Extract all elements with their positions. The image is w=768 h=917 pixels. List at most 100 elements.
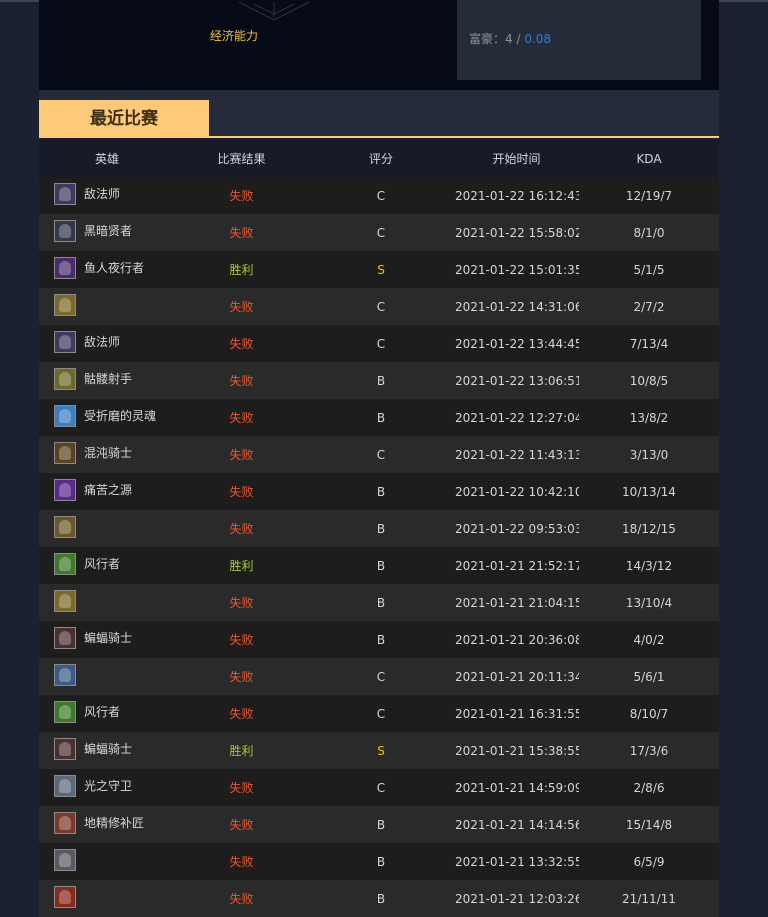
- hero-name[interactable]: 地精修补匠: [84, 814, 144, 831]
- hero-name[interactable]: 鱼人夜行者: [84, 259, 144, 276]
- start-time-cell: 2021-01-21 21:52:17: [455, 558, 579, 573]
- hero-name[interactable]: 蝙蝠骑士: [84, 740, 132, 757]
- table-row[interactable]: 失败 C 2021-01-22 14:31:06 2/7/2: [39, 288, 719, 325]
- hero-name[interactable]: 光之守卫: [84, 777, 132, 794]
- hero-name[interactable]: 风行者: [84, 555, 120, 572]
- hero-icon[interactable]: [54, 515, 76, 538]
- hero-cell[interactable]: 地精修补匠: [39, 806, 175, 843]
- header-result: 比赛结果: [217, 152, 266, 166]
- start-time-cell: 2021-01-22 14:31:06: [455, 299, 579, 314]
- table-row[interactable]: 失败 B 2021-01-21 12:03:26 21/11/11: [39, 880, 719, 917]
- antimage-icon[interactable]: [54, 182, 76, 205]
- kda-cell: 8/1/0: [633, 225, 665, 240]
- grade-cell: C: [376, 706, 386, 721]
- grade-cell: S: [377, 743, 385, 758]
- hero-cell[interactable]: 蝙蝠骑士: [39, 621, 175, 658]
- hero-name[interactable]: 敌法师: [84, 333, 120, 350]
- hero-wrap: [54, 880, 174, 915]
- result-cell: 失败: [229, 633, 254, 647]
- start-time-cell: 2021-01-22 09:53:03: [455, 521, 579, 536]
- tinker-icon[interactable]: [54, 811, 76, 834]
- recent-matches-tab[interactable]: 最近比赛: [39, 100, 209, 136]
- hero-icon[interactable]: [54, 663, 76, 686]
- batrider-icon[interactable]: [54, 626, 76, 649]
- hero-cell[interactable]: 敌法师: [39, 177, 175, 214]
- table-row[interactable]: 风行者 失败 C 2021-01-21 16:31:55 8/10/7: [39, 695, 719, 732]
- hero-cell[interactable]: 风行者: [39, 695, 175, 732]
- kda-cell: 18/12/15: [622, 521, 676, 536]
- table-row[interactable]: 失败 B 2021-01-21 13:32:55 6/5/9: [39, 843, 719, 880]
- result-cell: 失败: [229, 707, 254, 721]
- kda-cell: 5/1/5: [633, 262, 665, 277]
- header-grade: 评分: [368, 152, 393, 166]
- batrider-icon[interactable]: [54, 737, 76, 760]
- table-row[interactable]: 失败 B 2021-01-21 21:04:15 13/10/4: [39, 584, 719, 621]
- table-row[interactable]: 敌法师 失败 C 2021-01-22 13:44:45 7/13/4: [39, 325, 719, 362]
- clinkz-icon[interactable]: [54, 367, 76, 390]
- hero-wrap: 混沌骑士: [54, 436, 174, 471]
- hero-name[interactable]: 骷髅射手: [84, 370, 132, 387]
- kda-cell: 12/19/7: [625, 188, 673, 203]
- bane-icon[interactable]: [54, 478, 76, 501]
- slark-icon[interactable]: [54, 256, 76, 279]
- hero-cell[interactable]: 受折磨的灵魂: [39, 399, 175, 436]
- table-row[interactable]: 鱼人夜行者 胜利 S 2021-01-22 15:01:35 5/1/5: [39, 251, 719, 288]
- result-cell: 胜利: [229, 559, 254, 573]
- kda-cell: 7/13/4: [629, 336, 669, 351]
- table-row[interactable]: 混沌骑士 失败 C 2021-01-22 11:43:13 3/13/0: [39, 436, 719, 473]
- dark-seer-icon[interactable]: [54, 219, 76, 242]
- wealth-stat: 富豪：4 / 0.08: [469, 30, 551, 47]
- grade-cell: B: [376, 558, 386, 573]
- table-row[interactable]: 光之守卫 失败 C 2021-01-21 14:59:09 2/8/6: [39, 769, 719, 806]
- hero-icon[interactable]: [54, 885, 76, 908]
- table-row[interactable]: 黑暗贤者 失败 C 2021-01-22 15:58:02 8/1/0: [39, 214, 719, 251]
- hero-cell[interactable]: 敌法师: [39, 325, 175, 362]
- keeper-of-the-light-icon[interactable]: [54, 774, 76, 797]
- hero-cell[interactable]: 鱼人夜行者: [39, 251, 175, 288]
- hero-cell[interactable]: [39, 843, 175, 880]
- grade-cell: B: [376, 373, 386, 388]
- hero-cell[interactable]: 风行者: [39, 547, 175, 584]
- chaos-knight-icon[interactable]: [54, 441, 76, 464]
- hero-icon[interactable]: [54, 293, 76, 316]
- grade-cell: C: [376, 188, 386, 203]
- hero-cell[interactable]: [39, 288, 175, 325]
- hero-cell[interactable]: 痛苦之源: [39, 473, 175, 510]
- hero-cell[interactable]: 光之守卫: [39, 769, 175, 806]
- hero-wrap: 风行者: [54, 695, 174, 730]
- hero-name[interactable]: 混沌骑士: [84, 444, 132, 461]
- start-time-cell: 2021-01-22 12:27:04: [455, 410, 579, 425]
- hero-cell[interactable]: 骷髅射手: [39, 362, 175, 399]
- hero-cell[interactable]: [39, 584, 175, 621]
- table-row[interactable]: 骷髅射手 失败 B 2021-01-22 13:06:51 10/8/5: [39, 362, 719, 399]
- hero-cell[interactable]: 蝙蝠骑士: [39, 732, 175, 769]
- table-row[interactable]: 痛苦之源 失败 B 2021-01-22 10:42:10 10/13/14: [39, 473, 719, 510]
- kda-cell: 10/8/5: [629, 373, 669, 388]
- leshrac-icon[interactable]: [54, 404, 76, 427]
- hero-cell[interactable]: [39, 880, 175, 917]
- hero-icon[interactable]: [54, 848, 76, 871]
- antimage-icon[interactable]: [54, 330, 76, 353]
- windranger-icon[interactable]: [54, 552, 76, 575]
- table-row[interactable]: 风行者 胜利 B 2021-01-21 21:52:17 14/3/12: [39, 547, 719, 584]
- hero-cell[interactable]: 混沌骑士: [39, 436, 175, 473]
- hero-cell[interactable]: 黑暗贤者: [39, 214, 175, 251]
- table-row[interactable]: 失败 C 2021-01-21 20:11:34 5/6/1: [39, 658, 719, 695]
- hero-name[interactable]: 痛苦之源: [84, 481, 132, 498]
- hero-cell[interactable]: [39, 658, 175, 695]
- table-row[interactable]: 失败 B 2021-01-22 09:53:03 18/12/15: [39, 510, 719, 547]
- hero-name[interactable]: 黑暗贤者: [84, 222, 132, 239]
- table-row[interactable]: 敌法师 失败 C 2021-01-22 16:12:43 12/19/7: [39, 177, 719, 214]
- hero-name[interactable]: 蝙蝠骑士: [84, 629, 132, 646]
- kda-cell: 21/11/11: [622, 891, 676, 906]
- table-row[interactable]: 蝙蝠骑士 胜利 S 2021-01-21 15:38:55 17/3/6: [39, 732, 719, 769]
- table-row[interactable]: 地精修补匠 失败 B 2021-01-21 14:14:56 15/14/8: [39, 806, 719, 843]
- hero-icon[interactable]: [54, 589, 76, 612]
- hero-name[interactable]: 风行者: [84, 703, 120, 720]
- hero-name[interactable]: 受折磨的灵魂: [84, 407, 156, 424]
- windranger-icon[interactable]: [54, 700, 76, 723]
- table-row[interactable]: 蝙蝠骑士 失败 B 2021-01-21 20:36:08 4/0/2: [39, 621, 719, 658]
- table-row[interactable]: 受折磨的灵魂 失败 B 2021-01-22 12:27:04 13/8/2: [39, 399, 719, 436]
- hero-name[interactable]: 敌法师: [84, 185, 120, 202]
- hero-cell[interactable]: [39, 510, 175, 547]
